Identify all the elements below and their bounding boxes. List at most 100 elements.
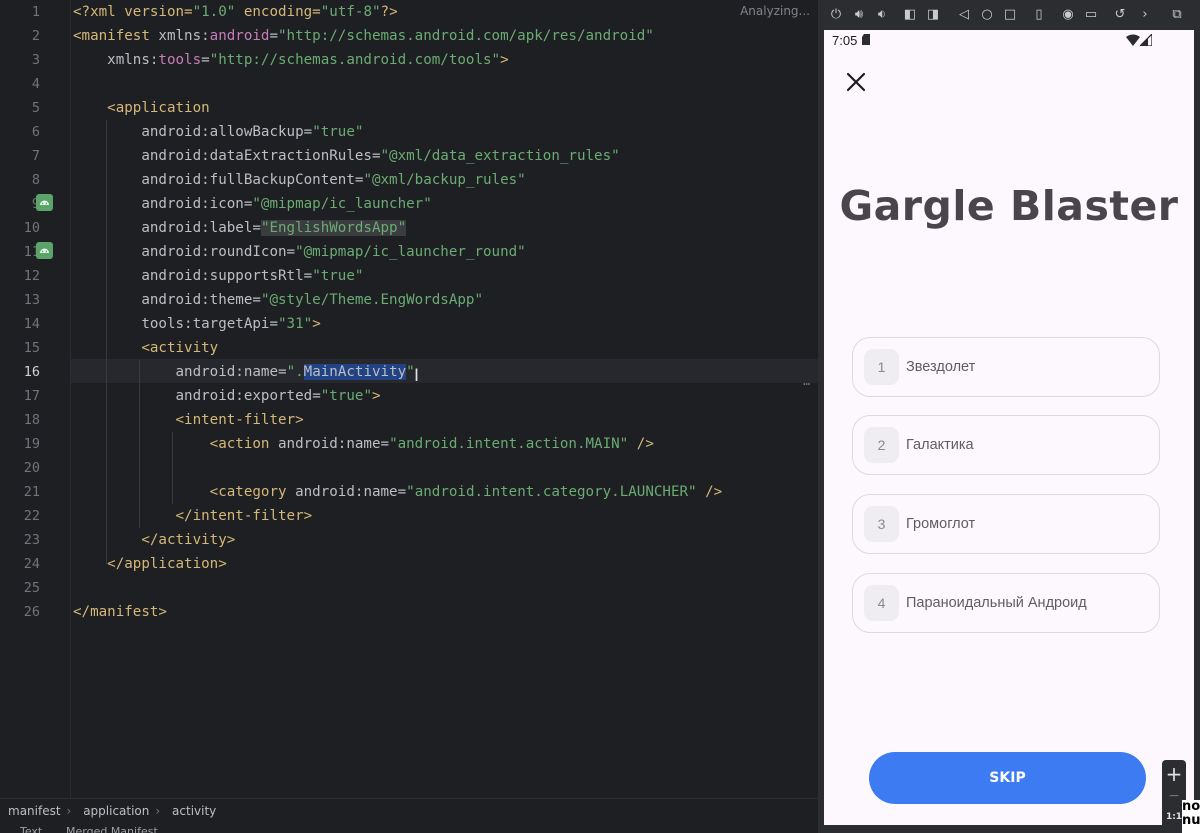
code-line: <intent-filter> xyxy=(73,412,304,428)
option-text: Звездолет xyxy=(906,359,976,375)
sd-card-icon xyxy=(862,34,870,45)
code-line: <application xyxy=(73,100,210,116)
line-number: 8 xyxy=(31,172,40,188)
line-number: 1 xyxy=(31,4,40,20)
more-icon[interactable]: › xyxy=(1136,6,1154,24)
code-line: android:label="EnglishWordsApp" xyxy=(73,220,407,236)
text-cursor-icon: Ι xyxy=(414,366,420,386)
line-number: 23 xyxy=(23,532,40,548)
line-number: 21 xyxy=(23,484,40,500)
code-line: android:exported="true"> xyxy=(73,388,381,404)
back-icon[interactable]: ◁ xyxy=(955,6,973,24)
line-number: 4 xyxy=(31,76,40,92)
line-number: 24 xyxy=(23,556,40,572)
device-manager-icon[interactable]: ⧉ xyxy=(1168,6,1186,24)
rotate-right-icon[interactable]: ◨ xyxy=(924,6,942,24)
fold-icon[interactable]: ▯ xyxy=(1030,6,1048,24)
answer-option-3[interactable]: 3 Громоглот xyxy=(852,494,1160,554)
status-bar: 7:05 xyxy=(824,30,1194,52)
line-number: 13 xyxy=(23,292,40,308)
breadcrumb-item[interactable]: activity xyxy=(172,804,216,818)
code-line: </intent-filter> xyxy=(73,508,313,524)
line-number: 15 xyxy=(23,340,40,356)
editor-bottom-tabs: Text Merged Manifest xyxy=(0,822,824,833)
line-number: 25 xyxy=(23,580,40,596)
rotate-left-icon[interactable]: ◧ xyxy=(901,6,919,24)
line-number: 7 xyxy=(31,148,40,164)
option-number: 4 xyxy=(864,585,899,621)
line-number: 19 xyxy=(23,436,40,452)
selection: MainActivity xyxy=(303,364,407,380)
code-line: tools:targetApi="31"> xyxy=(73,316,321,332)
close-icon[interactable] xyxy=(844,70,868,94)
line-number: 5 xyxy=(31,100,40,116)
wifi-icon xyxy=(1126,34,1140,46)
breadcrumb-item[interactable]: application xyxy=(83,804,149,818)
code-line: android:dataExtractionRules="@xml/data_e… xyxy=(73,148,620,164)
code-line: android:fullBackupContent="@xml/backup_r… xyxy=(73,172,526,188)
code-line: <?xml version="1.0" encoding="utf-8"?> xyxy=(73,4,398,20)
option-text: Параноидальный Андроид xyxy=(906,595,1087,611)
answer-option-1[interactable]: 1 Звездолет xyxy=(852,337,1160,397)
answer-option-4[interactable]: 4 Параноидальный Андроид xyxy=(852,573,1160,633)
line-number: 12 xyxy=(23,268,40,284)
code-line: </activity> xyxy=(73,532,236,548)
tab-text[interactable]: Text xyxy=(20,825,42,833)
line-number: 6 xyxy=(31,124,40,140)
status-time: 7:05 xyxy=(832,33,858,48)
screenshot-icon[interactable]: ◉ xyxy=(1059,6,1077,24)
breadcrumb: manifest › application › activity xyxy=(0,798,824,823)
zoom-in-button[interactable]: + xyxy=(1162,762,1186,786)
line-number-current: 16 xyxy=(23,364,40,380)
undo-icon[interactable]: ↺ xyxy=(1111,6,1129,24)
breadcrumb-item[interactable]: manifest xyxy=(8,804,61,818)
volume-up-icon[interactable]: 🔊︎ xyxy=(850,6,868,24)
line-number: 3 xyxy=(31,52,40,68)
option-text: Громоглот xyxy=(906,516,976,532)
code-line: android:roundIcon="@mipmap/ic_launcher_r… xyxy=(73,244,526,260)
line-number: 17 xyxy=(23,388,40,404)
skip-button[interactable]: SKIP xyxy=(869,752,1146,804)
overlay-logo: no nu xyxy=(1182,800,1200,833)
code-line: android:theme="@style/Theme.EngWordsApp" xyxy=(73,292,484,308)
code-line: <category android:name="android.intent.c… xyxy=(73,484,723,500)
overview-icon[interactable]: □ xyxy=(1001,6,1019,24)
volume-down-icon[interactable]: 🔉︎ xyxy=(873,6,891,24)
code-line: android:icon="@mipmap/ic_launcher" xyxy=(73,196,432,212)
answer-option-2[interactable]: 2 Галактика xyxy=(852,415,1160,475)
record-icon[interactable]: ▭ xyxy=(1082,6,1100,24)
line-number: 14 xyxy=(23,316,40,332)
option-text: Галактика xyxy=(906,437,974,453)
code-line: xmlns:tools="http://schemas.android.com/… xyxy=(73,52,509,68)
line-number: 26 xyxy=(23,604,40,620)
chevron-right-icon: › xyxy=(155,804,161,818)
line-number: 2 xyxy=(31,28,40,44)
option-number: 3 xyxy=(864,506,899,542)
signal-icon xyxy=(1140,34,1152,46)
code-line: <manifest xmlns:android="http://schemas.… xyxy=(73,28,654,44)
line-number: 11 xyxy=(23,244,40,260)
android-icon[interactable] xyxy=(36,194,53,211)
line-number: 20 xyxy=(23,460,40,476)
option-number: 1 xyxy=(864,349,899,385)
code-line: <action android:name="android.intent.act… xyxy=(73,436,654,452)
code-line: android:supportsRtl="true" xyxy=(73,268,364,284)
chevron-right-icon: › xyxy=(66,804,72,818)
line-number: 22 xyxy=(23,508,40,524)
android-icon[interactable] xyxy=(36,242,53,259)
home-icon[interactable]: ○ xyxy=(978,6,996,24)
code-line: </manifest> xyxy=(73,604,167,620)
line-number: 10 xyxy=(23,220,40,236)
phone-screen[interactable]: 7:05 Gargle Blaster 1 Звездолет 2 Галакт… xyxy=(824,30,1194,825)
word-title: Gargle Blaster xyxy=(839,182,1179,230)
line-number-gutter: 1 2 3 4 5 6 7 8 9 10 11 12 13 14 15 16 1… xyxy=(0,0,71,798)
option-number: 2 xyxy=(864,427,899,463)
code-line: android:allowBackup="true" xyxy=(73,124,364,140)
power-icon[interactable]: ⏻ xyxy=(827,6,845,24)
analysis-status: Analyzing... xyxy=(740,4,810,18)
code-editor[interactable]: 1 2 3 4 5 6 7 8 9 10 11 12 13 14 15 16 1… xyxy=(0,0,824,833)
tab-merged-manifest[interactable]: Merged Manifest xyxy=(66,825,158,833)
code-text[interactable]: <?xml version="1.0" encoding="utf-8"?> <… xyxy=(73,0,818,798)
fold-dots: … xyxy=(803,374,811,388)
code-line: <activity xyxy=(73,340,219,356)
